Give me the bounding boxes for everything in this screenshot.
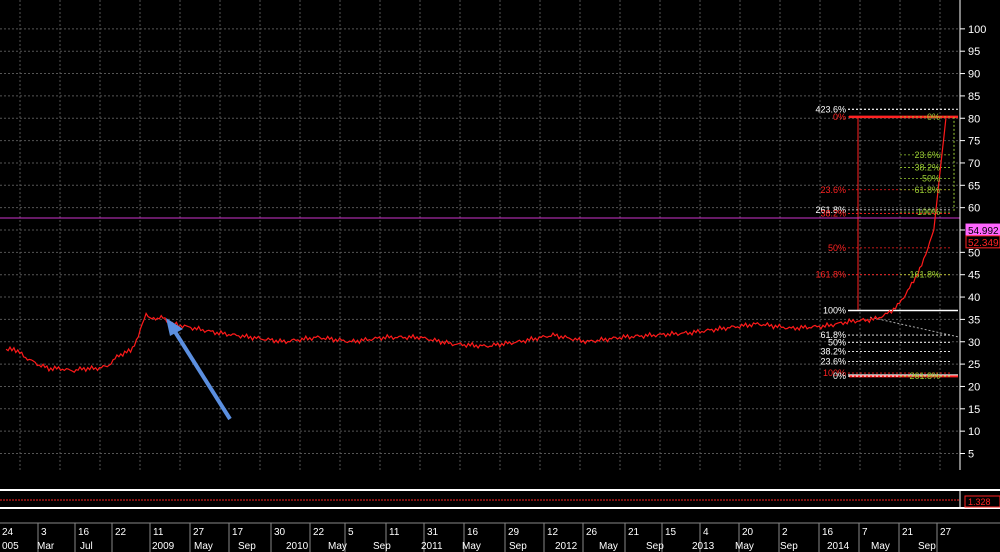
indicator-value-label: 1.328 xyxy=(968,497,991,507)
y-tick-label: 100 xyxy=(968,24,986,36)
x-day-label: 12 xyxy=(547,527,559,538)
fib-label-right: 23.6% xyxy=(914,150,940,160)
fib-label-left: 23.6% xyxy=(820,356,846,366)
y-tick-label: 70 xyxy=(968,158,980,170)
fib-label-right: 0% xyxy=(927,112,940,122)
y-tick-label: 80 xyxy=(968,113,980,125)
y-tick-label: 45 xyxy=(968,270,980,282)
x-day-label: 5 xyxy=(348,527,354,538)
y-tick-label: 20 xyxy=(968,381,980,393)
y-tick-label: 35 xyxy=(968,314,980,326)
y-tick-label: 75 xyxy=(968,136,980,148)
y-tick-label: 95 xyxy=(968,46,980,58)
x-month-label: May xyxy=(735,541,754,552)
x-day-label: 15 xyxy=(665,527,677,538)
x-month-label: 2011 xyxy=(421,541,443,552)
fib-label-right: 261.8% xyxy=(909,371,940,381)
y-tick-label: 15 xyxy=(968,404,980,416)
y-tick-label: 10 xyxy=(968,426,980,438)
y-tick-label: 50 xyxy=(968,247,980,259)
x-day-label: 22 xyxy=(115,527,127,538)
x-month-label: 2009 xyxy=(152,541,175,552)
x-day-label: 21 xyxy=(628,527,640,538)
x-day-label: 27 xyxy=(940,527,952,538)
x-month-label: May xyxy=(871,541,890,552)
x-day-label: 16 xyxy=(467,527,479,538)
x-month-label: Sep xyxy=(509,541,527,552)
x-month-label: Sep xyxy=(373,541,391,552)
y-tick-label: 65 xyxy=(968,180,980,192)
fib-label-left: 38.2% xyxy=(820,208,846,218)
fib-label-left: 161.8% xyxy=(815,270,846,280)
x-month-label: 005 xyxy=(2,541,19,552)
x-month-label: 2012 xyxy=(555,541,578,552)
x-day-label: 2 xyxy=(782,527,788,538)
x-month-label: May xyxy=(328,541,347,552)
x-day-label: 17 xyxy=(232,527,244,538)
fib-label-right: 38.2% xyxy=(914,162,940,172)
x-day-label: 22 xyxy=(313,527,325,538)
x-month-label: May xyxy=(462,541,481,552)
fib-label-right: 61.8% xyxy=(914,185,940,195)
x-day-label: 24 xyxy=(2,527,14,538)
x-month-label: Sep xyxy=(646,541,664,552)
fib-label-right: 161.8% xyxy=(909,270,940,280)
y-tick-label: 25 xyxy=(968,359,980,371)
x-day-label: 20 xyxy=(742,527,754,538)
x-month-label: Jul xyxy=(80,541,93,552)
x-month-label: 2013 xyxy=(692,541,715,552)
x-day-label: 16 xyxy=(78,527,90,538)
fib-label-right: 100% xyxy=(917,207,940,217)
fib-label-left: 100% xyxy=(823,305,846,315)
x-day-label: 29 xyxy=(508,527,520,538)
price-tag-label: 52.349 xyxy=(968,238,999,249)
x-day-label: 21 xyxy=(902,527,914,538)
x-day-label: 11 xyxy=(153,527,164,538)
x-day-label: 31 xyxy=(427,527,439,538)
x-day-label: 30 xyxy=(274,527,286,538)
x-day-label: 4 xyxy=(703,527,709,538)
x-month-label: Sep xyxy=(780,541,798,552)
y-tick-label: 85 xyxy=(968,91,980,103)
price-tags: 54.99252.349 xyxy=(965,223,1000,249)
x-month-label: Sep xyxy=(918,541,936,552)
x-month-label: Mar xyxy=(37,541,55,552)
fib-label-left: 50% xyxy=(828,243,846,253)
x-month-label: May xyxy=(194,541,213,552)
fib-label-left: 38.2% xyxy=(820,347,846,357)
y-tick-label: 40 xyxy=(968,292,980,304)
y-tick-label: 30 xyxy=(968,337,980,349)
x-day-label: 16 xyxy=(822,527,834,538)
fib-label-left: 0% xyxy=(833,112,846,122)
x-day-label: 7 xyxy=(862,527,868,538)
x-month-label: 2010 xyxy=(286,541,309,552)
fib-label-right: 50% xyxy=(922,174,940,184)
x-day-label: 26 xyxy=(586,527,598,538)
y-tick-label: 60 xyxy=(968,203,980,215)
x-day-label: 11 xyxy=(389,527,400,538)
y-tick-label: 5 xyxy=(968,449,974,461)
x-day-label: 3 xyxy=(41,527,47,538)
x-month-label: May xyxy=(599,541,618,552)
fib-label-left: 23.6% xyxy=(820,185,846,195)
fib-label-left: 0% xyxy=(833,371,846,381)
y-tick-label: 90 xyxy=(968,69,980,81)
price-chart[interactable]: 423.6%0%23.6%261.8%38.2%50%161.8%100%61.… xyxy=(0,0,1000,552)
x-month-label: 2014 xyxy=(827,541,850,552)
x-month-label: Sep xyxy=(238,541,256,552)
x-day-label: 27 xyxy=(193,527,205,538)
